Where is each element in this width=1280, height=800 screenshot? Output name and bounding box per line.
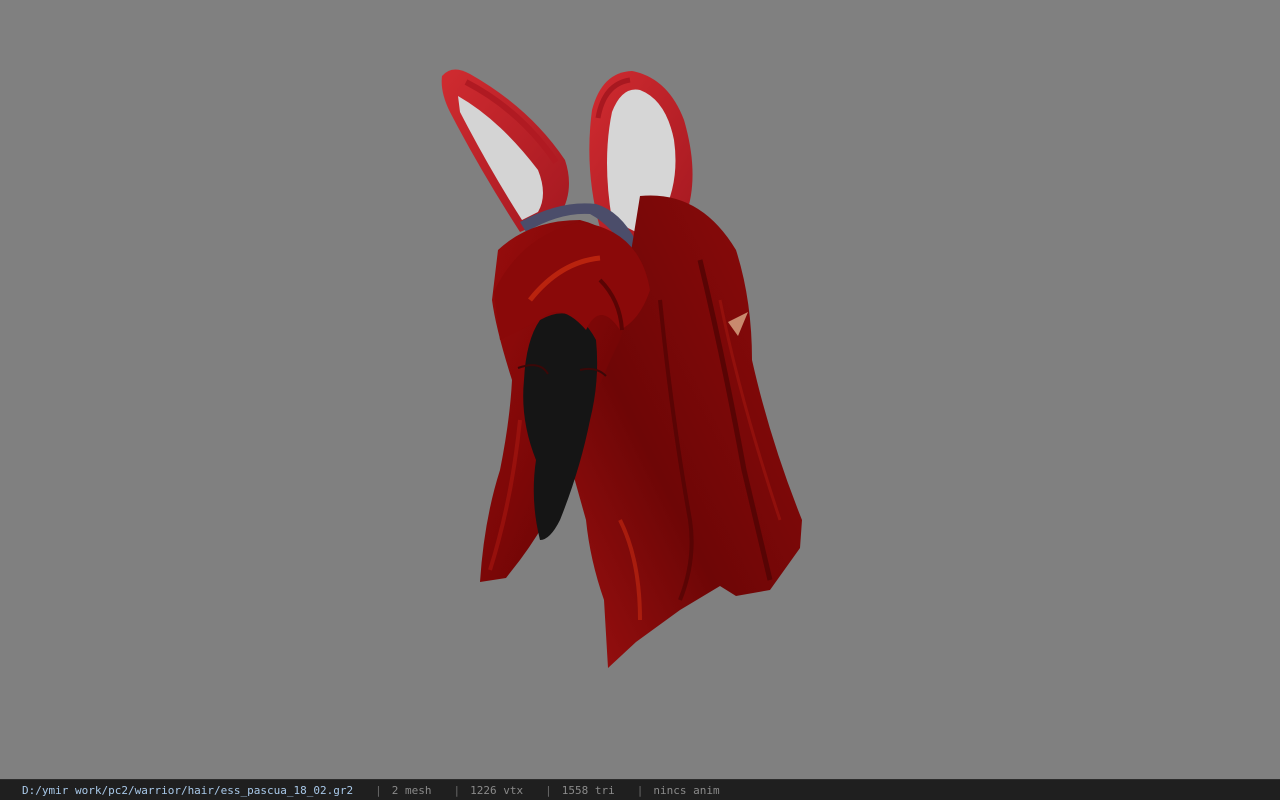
separator: | xyxy=(545,783,552,797)
status-bar: D:/ymir work/pc2/warrior/hair/ess_pascua… xyxy=(0,779,1280,800)
vertex-count-label: 1226 vtx xyxy=(470,783,524,797)
3d-viewport[interactable] xyxy=(0,0,1280,779)
anim-status-label: nincs anim xyxy=(653,783,720,797)
hair-model-render xyxy=(441,69,802,669)
separator: | xyxy=(636,783,644,797)
triangle-count-label: 1558 tri xyxy=(561,783,615,797)
separator: | xyxy=(453,783,461,797)
left-bunny-ear xyxy=(441,69,569,232)
file-path-label: D:/ymir work/pc2/warrior/hair/ess_pascua… xyxy=(22,783,354,797)
separator: | xyxy=(375,783,382,797)
mesh-count-label: 2 mesh xyxy=(391,783,432,797)
